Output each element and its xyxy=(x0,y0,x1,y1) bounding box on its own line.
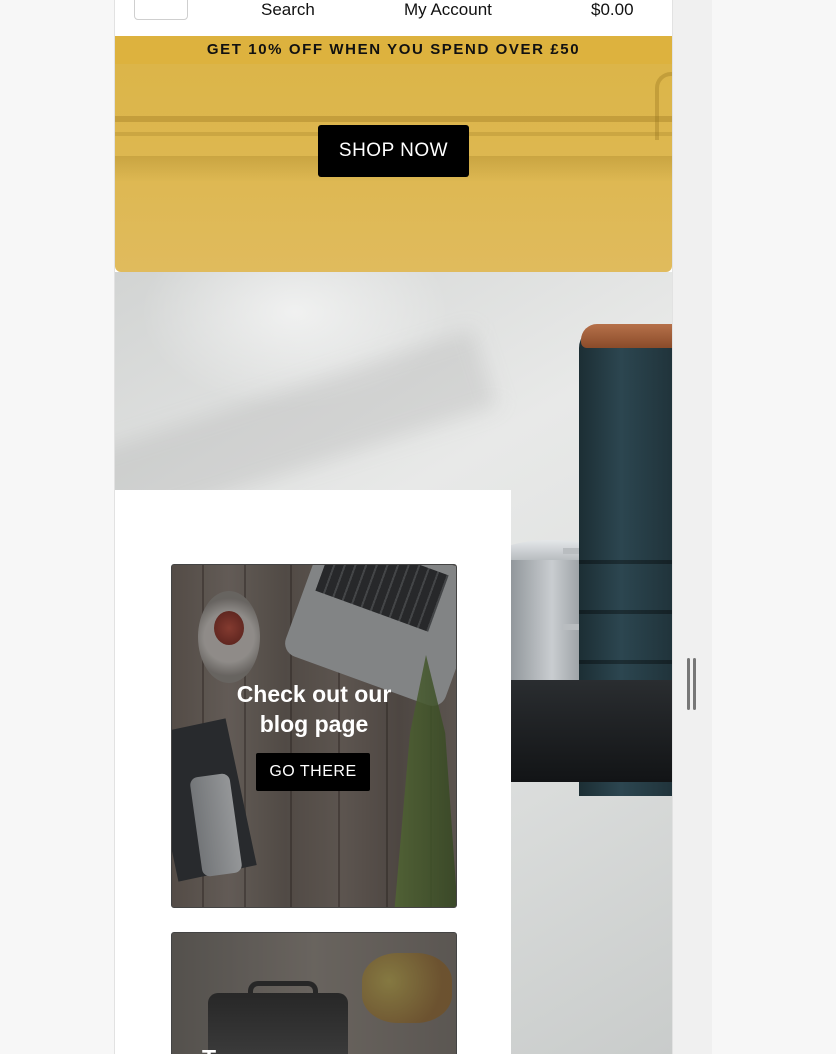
hero-banner: SHOP NOW xyxy=(115,64,672,272)
promo-card-2-title: T xyxy=(202,1043,216,1054)
search-link[interactable]: Search xyxy=(261,0,315,20)
promo-card-2[interactable]: T xyxy=(171,932,457,1054)
rail-decoration xyxy=(115,116,672,122)
shop-now-button[interactable]: SHOP NOW xyxy=(318,125,469,177)
resize-handle[interactable] xyxy=(693,658,696,710)
jar-ring xyxy=(579,560,672,564)
mobile-viewport: Check out our blog page GO THERE T Searc… xyxy=(114,0,673,1054)
cart-total[interactable]: $0.00 xyxy=(591,0,634,20)
go-there-button[interactable]: GO THERE xyxy=(256,753,370,791)
my-account-link[interactable]: My Account xyxy=(404,0,492,20)
resize-strip xyxy=(672,0,712,1054)
countertop xyxy=(511,680,672,782)
promo-banner: GET 10% OFF WHEN YOU SPEND OVER £50 xyxy=(115,36,672,64)
site-header: Search My Account $0.00 xyxy=(115,0,672,36)
resize-handle[interactable] xyxy=(687,658,690,710)
blog-card-title-line1: Check out our xyxy=(236,681,392,707)
jar-ring xyxy=(579,610,672,614)
blog-card[interactable]: Check out our blog page GO THERE xyxy=(171,564,457,908)
blog-card-title: Check out our blog page xyxy=(172,679,456,739)
jar-lid xyxy=(581,324,672,348)
menu-button[interactable] xyxy=(134,0,188,20)
jar-ring xyxy=(579,660,672,664)
card-overlay xyxy=(172,933,456,1054)
rail-hook-decoration xyxy=(655,72,672,140)
blog-card-title-line2: blog page xyxy=(259,711,369,737)
